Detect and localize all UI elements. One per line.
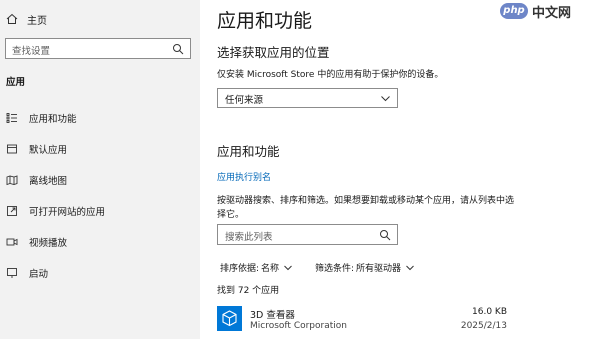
sidebar-section-title: 应用 — [6, 77, 26, 88]
3d-viewer-icon — [217, 306, 242, 331]
app-size: 16.0 KB — [472, 307, 507, 317]
filter-by-dropdown[interactable]: 筛选条件: 所有驱动器 — [315, 261, 415, 274]
search-icon[interactable] — [172, 43, 184, 55]
default-apps-icon — [7, 144, 17, 154]
app-publisher: Microsoft Corporation — [250, 321, 347, 331]
home-label: 主页 — [27, 15, 47, 27]
location-description: 仅安装 Microsoft Store 中的应用有助于保护你的设备。 — [217, 70, 444, 80]
app-install-date: 2025/2/13 — [460, 321, 507, 331]
sidebar-item-label: 启动 — [29, 269, 49, 280]
main-content: 应用和功能 选择获取应用的位置 仅安装 Microsoft Store 中的应用… — [200, 0, 600, 339]
watermark-logo: php 中文网 — [500, 0, 600, 22]
sidebar: 主页 查找设置 应用 应用和功能 默认应用 离线地图 可打开网站的应用 视频播放… — [0, 0, 200, 339]
page-title: 应用和功能 — [217, 10, 313, 32]
sidebar-item-home[interactable]: 主页 — [6, 11, 47, 27]
chevron-down-icon — [406, 265, 414, 270]
settings-search-input[interactable]: 查找设置 — [5, 38, 191, 59]
apps-description: 按驱动器搜索、排序和筛选。如果想要卸载或移动某个应用，请从列表中选择它。 — [217, 196, 515, 220]
sort-label: 排序依据: — [220, 264, 260, 274]
app-list-search-input[interactable]: 搜索此列表 — [217, 224, 398, 245]
filter-value: 所有驱动器 — [356, 264, 402, 274]
sidebar-item-startup[interactable]: 启动 — [0, 262, 200, 284]
list-item[interactable]: 3D 查看器 Microsoft Corporation 16.0 KB 202… — [217, 304, 507, 334]
sort-value: 名称 — [261, 264, 280, 274]
apps-heading: 应用和功能 — [217, 144, 280, 159]
search-placeholder: 查找设置 — [12, 46, 51, 57]
offline-maps-icon — [6, 175, 18, 186]
sidebar-item-label: 应用和功能 — [29, 114, 77, 125]
startup-icon — [7, 268, 17, 278]
app-source-dropdown[interactable]: 任何来源 — [217, 88, 398, 108]
home-icon — [6, 13, 18, 24]
chevron-down-icon — [381, 96, 390, 102]
app-name: 3D 查看器 — [250, 310, 295, 321]
search-placeholder: 搜索此列表 — [225, 232, 273, 243]
sidebar-item-label: 可打开网站的应用 — [29, 207, 106, 218]
brand-text: 中文网 — [532, 5, 572, 21]
video-playback-icon — [6, 238, 18, 246]
dropdown-value: 任何来源 — [225, 95, 264, 106]
sort-by-dropdown[interactable]: 排序依据: 名称 — [220, 261, 293, 274]
sidebar-item-apps-for-websites[interactable]: 可打开网站的应用 — [0, 200, 200, 222]
filter-label: 筛选条件: — [315, 264, 355, 274]
chevron-down-icon — [284, 265, 292, 270]
sidebar-item-video-playback[interactable]: 视频播放 — [0, 231, 200, 253]
apps-features-icon — [6, 113, 17, 123]
apps-for-websites-icon — [7, 206, 17, 216]
php-badge: php — [500, 3, 528, 19]
sidebar-item-label: 视频播放 — [29, 238, 68, 249]
app-alias-link[interactable]: 应用执行别名 — [217, 170, 271, 183]
search-icon[interactable] — [379, 229, 391, 241]
sidebar-item-label: 离线地图 — [29, 176, 68, 187]
location-heading: 选择获取应用的位置 — [217, 45, 330, 60]
sidebar-item-offline-maps[interactable]: 离线地图 — [0, 169, 200, 191]
sidebar-item-label: 默认应用 — [29, 145, 68, 156]
sidebar-item-default-apps[interactable]: 默认应用 — [0, 138, 200, 160]
sidebar-item-apps-features[interactable]: 应用和功能 — [0, 107, 200, 129]
app-count: 找到 72 个应用 — [217, 286, 280, 296]
